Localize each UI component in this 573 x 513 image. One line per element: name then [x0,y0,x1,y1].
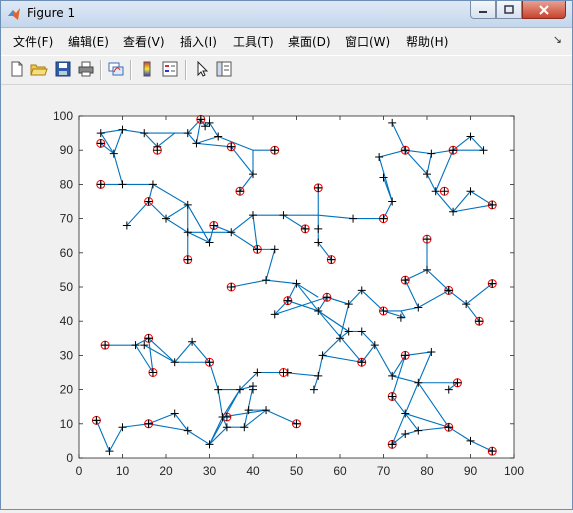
menu-tools[interactable]: 工具(T) [233,33,274,50]
menu-file[interactable]: 文件(F) [13,33,53,50]
y-tick-label: 60 [60,246,74,260]
save-icon[interactable] [54,60,72,78]
y-tick-label: 40 [60,314,74,328]
y-tick-label: 10 [60,417,74,431]
x-tick-label: 10 [116,464,130,478]
x-tick-label: 50 [290,464,304,478]
window-controls [470,1,566,19]
y-tick-label: 0 [66,451,73,465]
x-tick-label: 70 [377,464,391,478]
y-tick-label: 20 [60,383,74,397]
y-tick-label: 80 [60,177,74,191]
menu-overflow-icon[interactable]: ↘ [553,33,562,46]
maximize-icon [504,4,514,14]
minimize-icon [479,10,487,13]
window-title: Figure 1 [27,6,76,20]
figure-toolbar [1,55,572,85]
y-tick-label: 100 [53,109,73,123]
matlab-logo-icon [8,8,20,20]
x-tick-label: 100 [504,464,524,478]
menu-help[interactable]: 帮助(H) [406,33,448,50]
figure-canvas-area: 0 10 20 30 40 50 60 70 80 90 100 0 10 20 30 40 50 60 70 80 9… [3,85,572,509]
menu-bar: 文件(F) 编辑(E) 查看(V) 插入(I) 工具(T) 桌面(D) 窗口(W… [1,29,572,51]
y-tick-label: 30 [60,348,74,362]
figure-window: Figure 1 文件(F) 编辑(E) 查看(V) 插入(I) 工具(T) 桌… [0,0,573,510]
menu-view[interactable]: 查看(V) [123,33,165,50]
close-icon [539,4,549,15]
y-tick-label: 90 [60,143,74,157]
toolbar-separator [130,60,132,80]
menu-insert[interactable]: 插入(I) [180,33,217,50]
minimize-button[interactable] [470,1,496,19]
y-tick-label: 50 [60,280,74,294]
menu-desktop[interactable]: 桌面(D) [288,33,331,50]
open-file-icon[interactable] [30,60,48,78]
link-plot-icon[interactable] [107,60,125,78]
menu-edit[interactable]: 编辑(E) [68,33,109,50]
colorbar-icon[interactable] [138,60,156,78]
x-tick-label: 90 [464,464,478,478]
new-figure-icon[interactable] [8,60,26,78]
title-bar[interactable]: Figure 1 [1,1,572,28]
close-button[interactable] [522,1,566,19]
x-tick-label: 30 [203,464,217,478]
property-editor-icon[interactable] [215,60,233,78]
toolbar-separator [100,60,102,80]
x-tick-label: 40 [246,464,260,478]
y-tick-label: 70 [60,212,74,226]
maximize-button[interactable] [496,1,522,19]
edit-plot-arrow-icon[interactable] [193,60,211,78]
print-icon[interactable] [77,60,95,78]
toolbar-separator [185,60,187,80]
x-tick-label: 20 [159,464,173,478]
x-tick-label: 0 [76,464,83,478]
x-tick-label: 80 [420,464,434,478]
network-plot[interactable]: 0 10 20 30 40 50 60 70 80 90 100 0 10 20 30 40 50 60 70 80 9… [3,85,572,509]
x-tick-label: 60 [333,464,347,478]
legend-icon[interactable] [161,60,179,78]
menu-window[interactable]: 窗口(W) [345,33,390,50]
